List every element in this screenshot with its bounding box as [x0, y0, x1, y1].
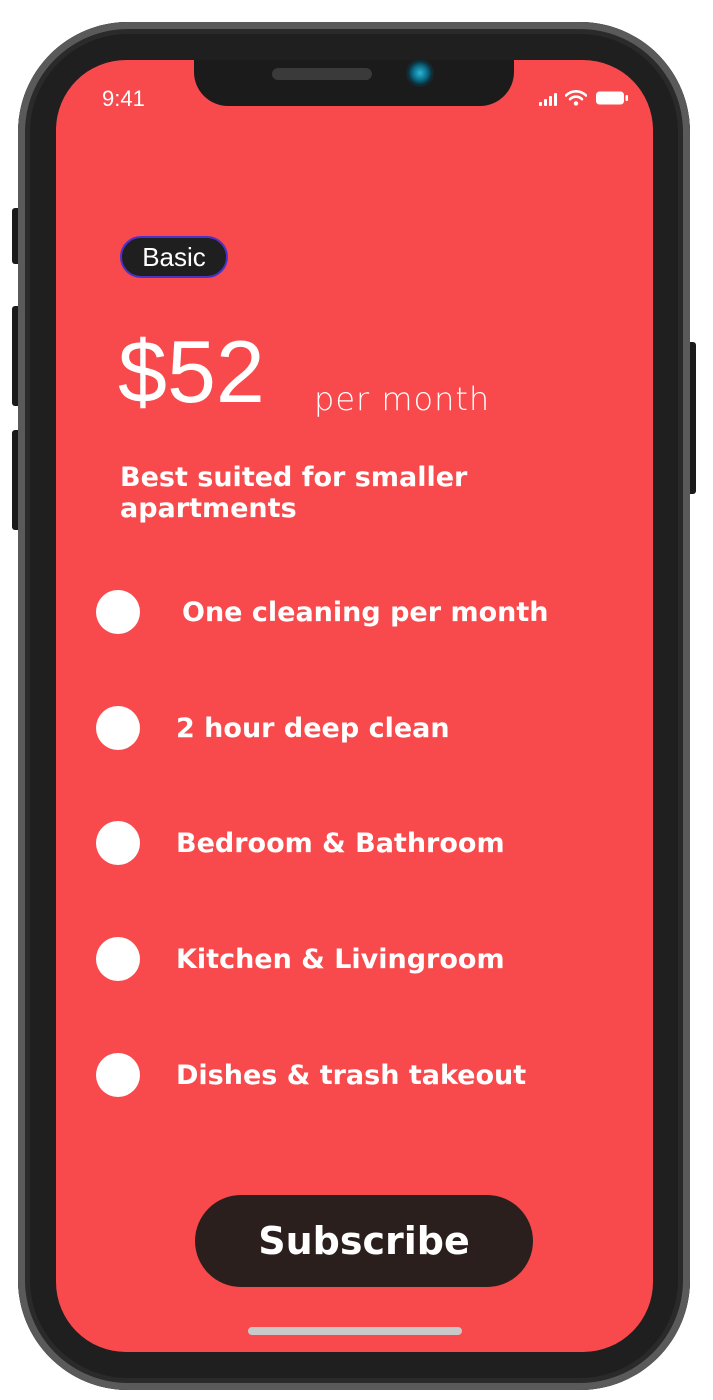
wifi-icon — [565, 90, 587, 106]
feature-bullet-icon — [96, 937, 140, 981]
feature-label: Kitchen & Livingroom — [176, 943, 505, 975]
price-amount: $52 — [118, 322, 265, 421]
status-time: 9:41 — [102, 86, 145, 111]
feature-item: Bedroom & Bathroom — [96, 820, 505, 866]
status-icons — [539, 88, 629, 106]
feature-bullet-icon — [96, 1053, 140, 1097]
cellular-signal-icon — [539, 92, 557, 106]
home-indicator[interactable] — [248, 1327, 462, 1335]
feature-item: One cleaning per month — [96, 589, 549, 635]
feature-bullet-icon — [96, 821, 140, 865]
feature-item: Dishes & trash takeout — [96, 1052, 526, 1098]
battery-icon — [596, 91, 628, 105]
plan-badge: Basic — [120, 236, 228, 278]
front-camera-icon — [406, 60, 434, 87]
feature-bullet-icon — [96, 706, 140, 750]
notch — [194, 60, 514, 106]
plan-description: Best suited for smaller apartments — [120, 462, 468, 524]
feature-label: Bedroom & Bathroom — [176, 827, 505, 859]
feature-label: 2 hour deep clean — [176, 712, 450, 744]
feature-item: Kitchen & Livingroom — [96, 936, 505, 982]
feature-bullet-icon — [96, 590, 140, 634]
subscribe-button[interactable]: Subscribe — [195, 1195, 533, 1287]
app-screen: 9:41 Basic $52 per month Best suited for… — [56, 60, 653, 1352]
feature-item: 2 hour deep clean — [96, 705, 450, 751]
price-period: per month — [314, 380, 491, 418]
feature-label: Dishes & trash takeout — [176, 1059, 527, 1091]
feature-label: One cleaning per month — [182, 596, 549, 628]
speaker-grille — [272, 68, 372, 80]
